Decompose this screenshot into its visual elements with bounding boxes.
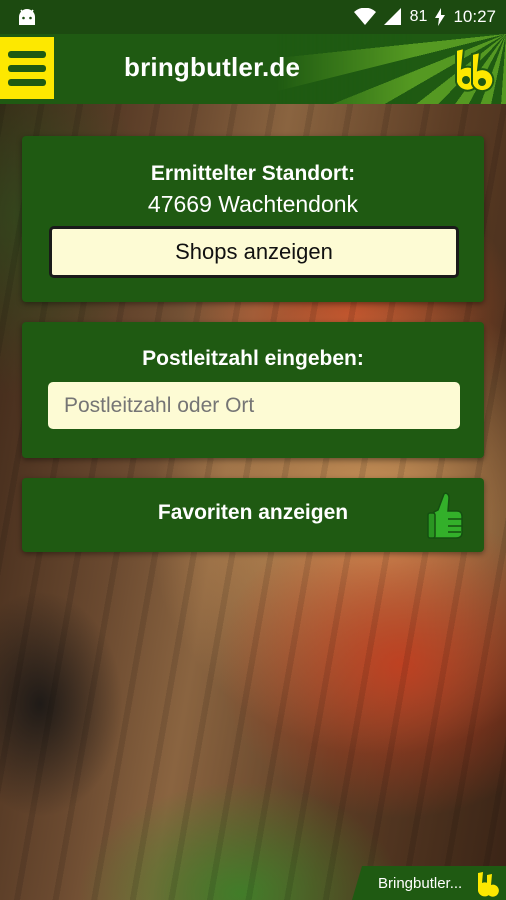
clock: 10:27	[453, 7, 496, 26]
menu-button[interactable]	[0, 37, 54, 99]
zip-card: Postleitzahl eingeben:	[22, 322, 484, 458]
battery-charging-icon	[435, 8, 446, 26]
bringbutler-mini-logo	[472, 868, 502, 898]
bottom-tab-label: Bringbutler...	[378, 874, 463, 892]
signal-icon	[383, 8, 402, 26]
thumbs-up-icon	[426, 486, 466, 544]
favorites-label: Favoriten anzeigen	[157, 501, 349, 524]
show-shops-button[interactable]: Shops anzeigen	[49, 226, 459, 278]
app-title: bringbutler.de	[124, 52, 301, 82]
favorites-button[interactable]: Favoriten anzeigen	[22, 478, 484, 552]
detected-location: 47669 Wachtendonk	[147, 191, 359, 217]
hamburger-icon	[8, 50, 46, 58]
bringbutler-tab[interactable]: Bringbutler...	[352, 866, 506, 900]
location-heading: Ermittelter Standort:	[150, 162, 356, 185]
zip-heading: Postleitzahl eingeben:	[142, 347, 364, 370]
android-debug-icon	[16, 8, 38, 26]
status-bar: 81 10:27	[0, 0, 506, 34]
zip-input[interactable]	[48, 382, 460, 429]
app-bar: bringbutler.de	[0, 34, 506, 104]
bringbutler-logo	[446, 42, 500, 96]
location-card: Ermittelter Standort: 47669 Wachtendonk …	[22, 136, 484, 302]
battery-level: 81	[409, 8, 428, 25]
wifi-icon	[353, 8, 376, 26]
